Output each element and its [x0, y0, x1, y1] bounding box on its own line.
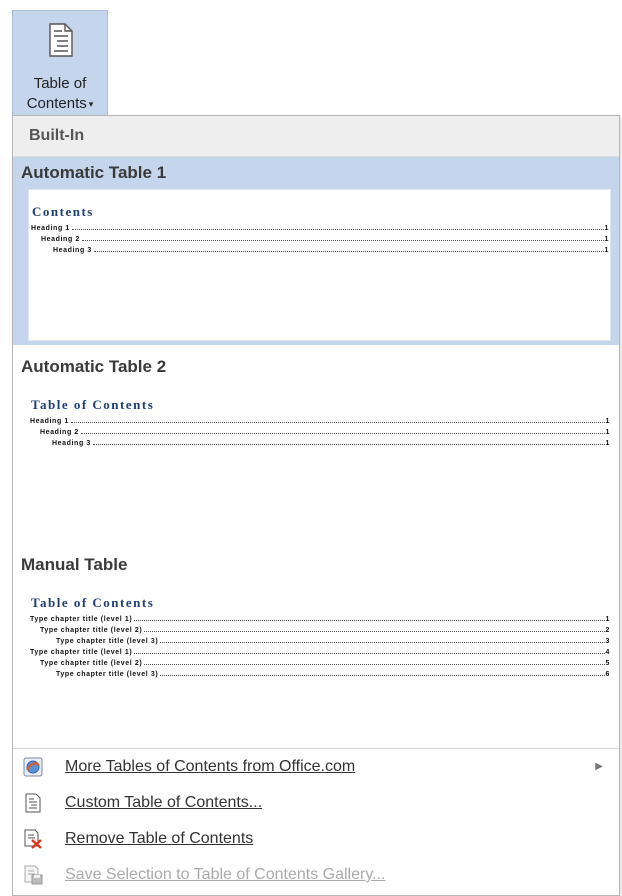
toc-preview-title: Table of Contents: [31, 595, 155, 610]
remove-toc-icon: [24, 829, 42, 849]
toc-page-number: 1: [604, 236, 609, 243]
toc-line-text: Type chapter title (level 1): [30, 649, 133, 656]
document-icon: [25, 793, 41, 813]
toc-preview-line: Type chapter title (level 2) 5: [28, 656, 611, 667]
dot-leader: [71, 229, 604, 230]
section-header-built-in: Built-In: [13, 116, 619, 157]
document-icon: [49, 23, 73, 57]
toc-page-number: 1: [604, 225, 609, 232]
toc-preview: Table of Contents Heading 11 Heading 21 …: [28, 383, 611, 533]
toc-preview-title: Contents: [32, 204, 94, 219]
dot-leader: [70, 422, 605, 423]
menu-item-label: Save Selection to Table of Contents Gall…: [65, 866, 386, 883]
toc-page-number: 3: [605, 638, 610, 645]
dot-leader: [144, 664, 605, 665]
toc-line-text: Type chapter title (level 2): [40, 660, 143, 667]
submenu-arrow-icon: ▶: [595, 761, 603, 772]
gallery-item-title: Manual Table: [21, 555, 128, 574]
dot-leader: [160, 675, 605, 676]
menu-item-label: More Tables of Contents from Office.com: [65, 758, 356, 775]
dot-leader: [160, 642, 605, 643]
toc-line-text: Type chapter title (level 2): [40, 627, 143, 634]
toc-page-number: 1: [605, 418, 610, 425]
toc-preview-line: Type chapter title (level 2) 2: [28, 623, 611, 634]
toc-line-text: Type chapter title (level 1): [30, 616, 133, 623]
menu-item-label: Remove Table of Contents: [65, 830, 254, 847]
toc-menu: More Tables of Contents from Office.com …: [13, 748, 619, 893]
dot-leader: [93, 251, 604, 252]
toc-line-text: Heading 2: [41, 236, 80, 243]
toc-preview-line: Heading 3 1: [28, 436, 611, 447]
toc-page-number: 5: [605, 660, 610, 667]
gallery-item-title: Automatic Table 2: [21, 357, 167, 376]
toc-line-text: Heading 1: [30, 418, 69, 425]
toc-line-text: Heading 3: [52, 440, 91, 447]
toc-dropdown-panel: Built-In Automatic Table 1 Contents Head…: [12, 115, 620, 896]
chevron-down-icon: ▾: [88, 98, 94, 109]
toc-line-text: Type chapter title (level 3): [56, 671, 159, 678]
gallery-item-automatic-table-1[interactable]: Automatic Table 1 Contents Heading 1 1 He…: [13, 157, 619, 345]
toc-preview-line: Heading 2 1: [29, 232, 610, 243]
toc-line-text: Type chapter title (level 3): [56, 638, 159, 645]
custom-toc-menu-item[interactable]: Custom Table of Contents...: [13, 785, 619, 821]
toc-page-number: 1: [605, 440, 610, 447]
toc-preview-line: Type chapter title (level 3) 3: [28, 634, 611, 645]
save-selection-icon: [24, 865, 43, 885]
toc-preview-line: Heading 1 1: [29, 221, 610, 232]
toc-page-number: 6: [605, 671, 610, 678]
dot-leader: [144, 631, 605, 632]
more-tables-office-menu-item[interactable]: More Tables of Contents from Office.com …: [13, 749, 619, 785]
toc-line-text: Heading 1: [31, 225, 70, 232]
toc-preview-line: Type chapter title (level 1) 1: [28, 612, 611, 623]
button-label-text: Contents: [26, 95, 87, 112]
toc-line-text: Heading 3: [53, 247, 92, 254]
toc-page-number: 2: [605, 627, 610, 634]
dot-leader: [134, 653, 605, 654]
gallery-item-title: Automatic Table 1: [21, 163, 167, 182]
table-of-contents-button[interactable]: Table of Contents ▾: [12, 10, 108, 116]
toc-preview-line: Heading 2 1: [28, 425, 611, 436]
dot-leader: [81, 240, 604, 241]
toc-page-number: 1: [604, 247, 609, 254]
dot-leader: [92, 444, 605, 445]
dot-leader: [80, 433, 605, 434]
toc-preview-line: Heading 3 1: [29, 243, 610, 254]
dot-leader: [134, 620, 605, 621]
toc-page-number: 1: [605, 429, 610, 436]
button-label-line2: Contents ▾: [13, 95, 107, 112]
toc-preview-line: Heading 1 1: [28, 414, 611, 425]
toc-page-number: 1: [605, 616, 610, 623]
remove-toc-menu-item[interactable]: Remove Table of Contents: [13, 821, 619, 857]
toc-preview-line: Type chapter title (level 3) 6: [28, 667, 611, 678]
toc-preview-title: Table of Contents: [31, 397, 155, 412]
button-label-line1: Table of: [33, 75, 87, 92]
toc-preview: Contents Heading 1 1 Heading 2 1 Heading 3…: [28, 189, 611, 341]
toc-preview-line: Type chapter title (level 1) 4: [28, 645, 611, 656]
save-selection-menu-item: Save Selection to Table of Contents Gall…: [13, 857, 619, 893]
toc-line-text: Heading 2: [40, 429, 79, 436]
office-globe-icon: [23, 757, 43, 777]
gallery-item-manual-table[interactable]: Manual Table Table of Contents Type chap…: [13, 549, 619, 745]
menu-item-label: Custom Table of Contents...: [65, 794, 263, 811]
toc-page-number: 4: [605, 649, 610, 656]
gallery-item-automatic-table-2[interactable]: Automatic Table 2 Table of Contents Head…: [13, 345, 619, 549]
toc-preview: Table of Contents Type chapter title (le…: [28, 581, 611, 731]
